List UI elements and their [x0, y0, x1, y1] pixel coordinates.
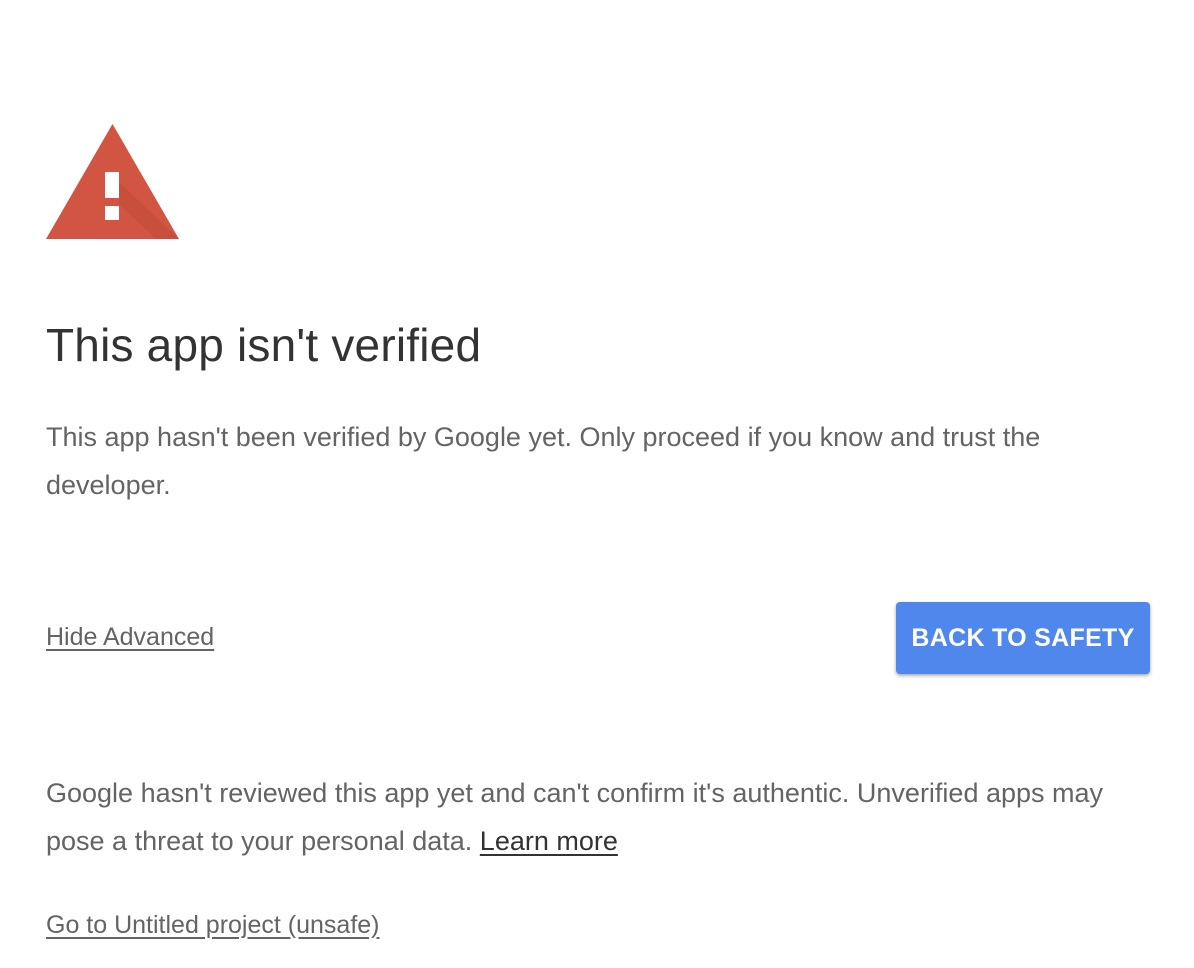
learn-more-link[interactable]: Learn more — [480, 826, 618, 856]
warning-triangle-icon — [46, 124, 179, 239]
unverified-app-warning-page: This app isn't verified This app hasn't … — [0, 0, 1194, 968]
proceed-unsafe-link[interactable]: Go to Untitled project (unsafe) — [46, 911, 380, 940]
page-title: This app isn't verified — [46, 319, 482, 371]
hide-advanced-link[interactable]: Hide Advanced — [46, 623, 214, 652]
warning-description: This app hasn't been verified by Google … — [46, 422, 1041, 500]
back-to-safety-button[interactable]: BACK TO SAFETY — [896, 602, 1150, 674]
advanced-details-text: Google hasn't reviewed this app yet and … — [46, 769, 1166, 865]
